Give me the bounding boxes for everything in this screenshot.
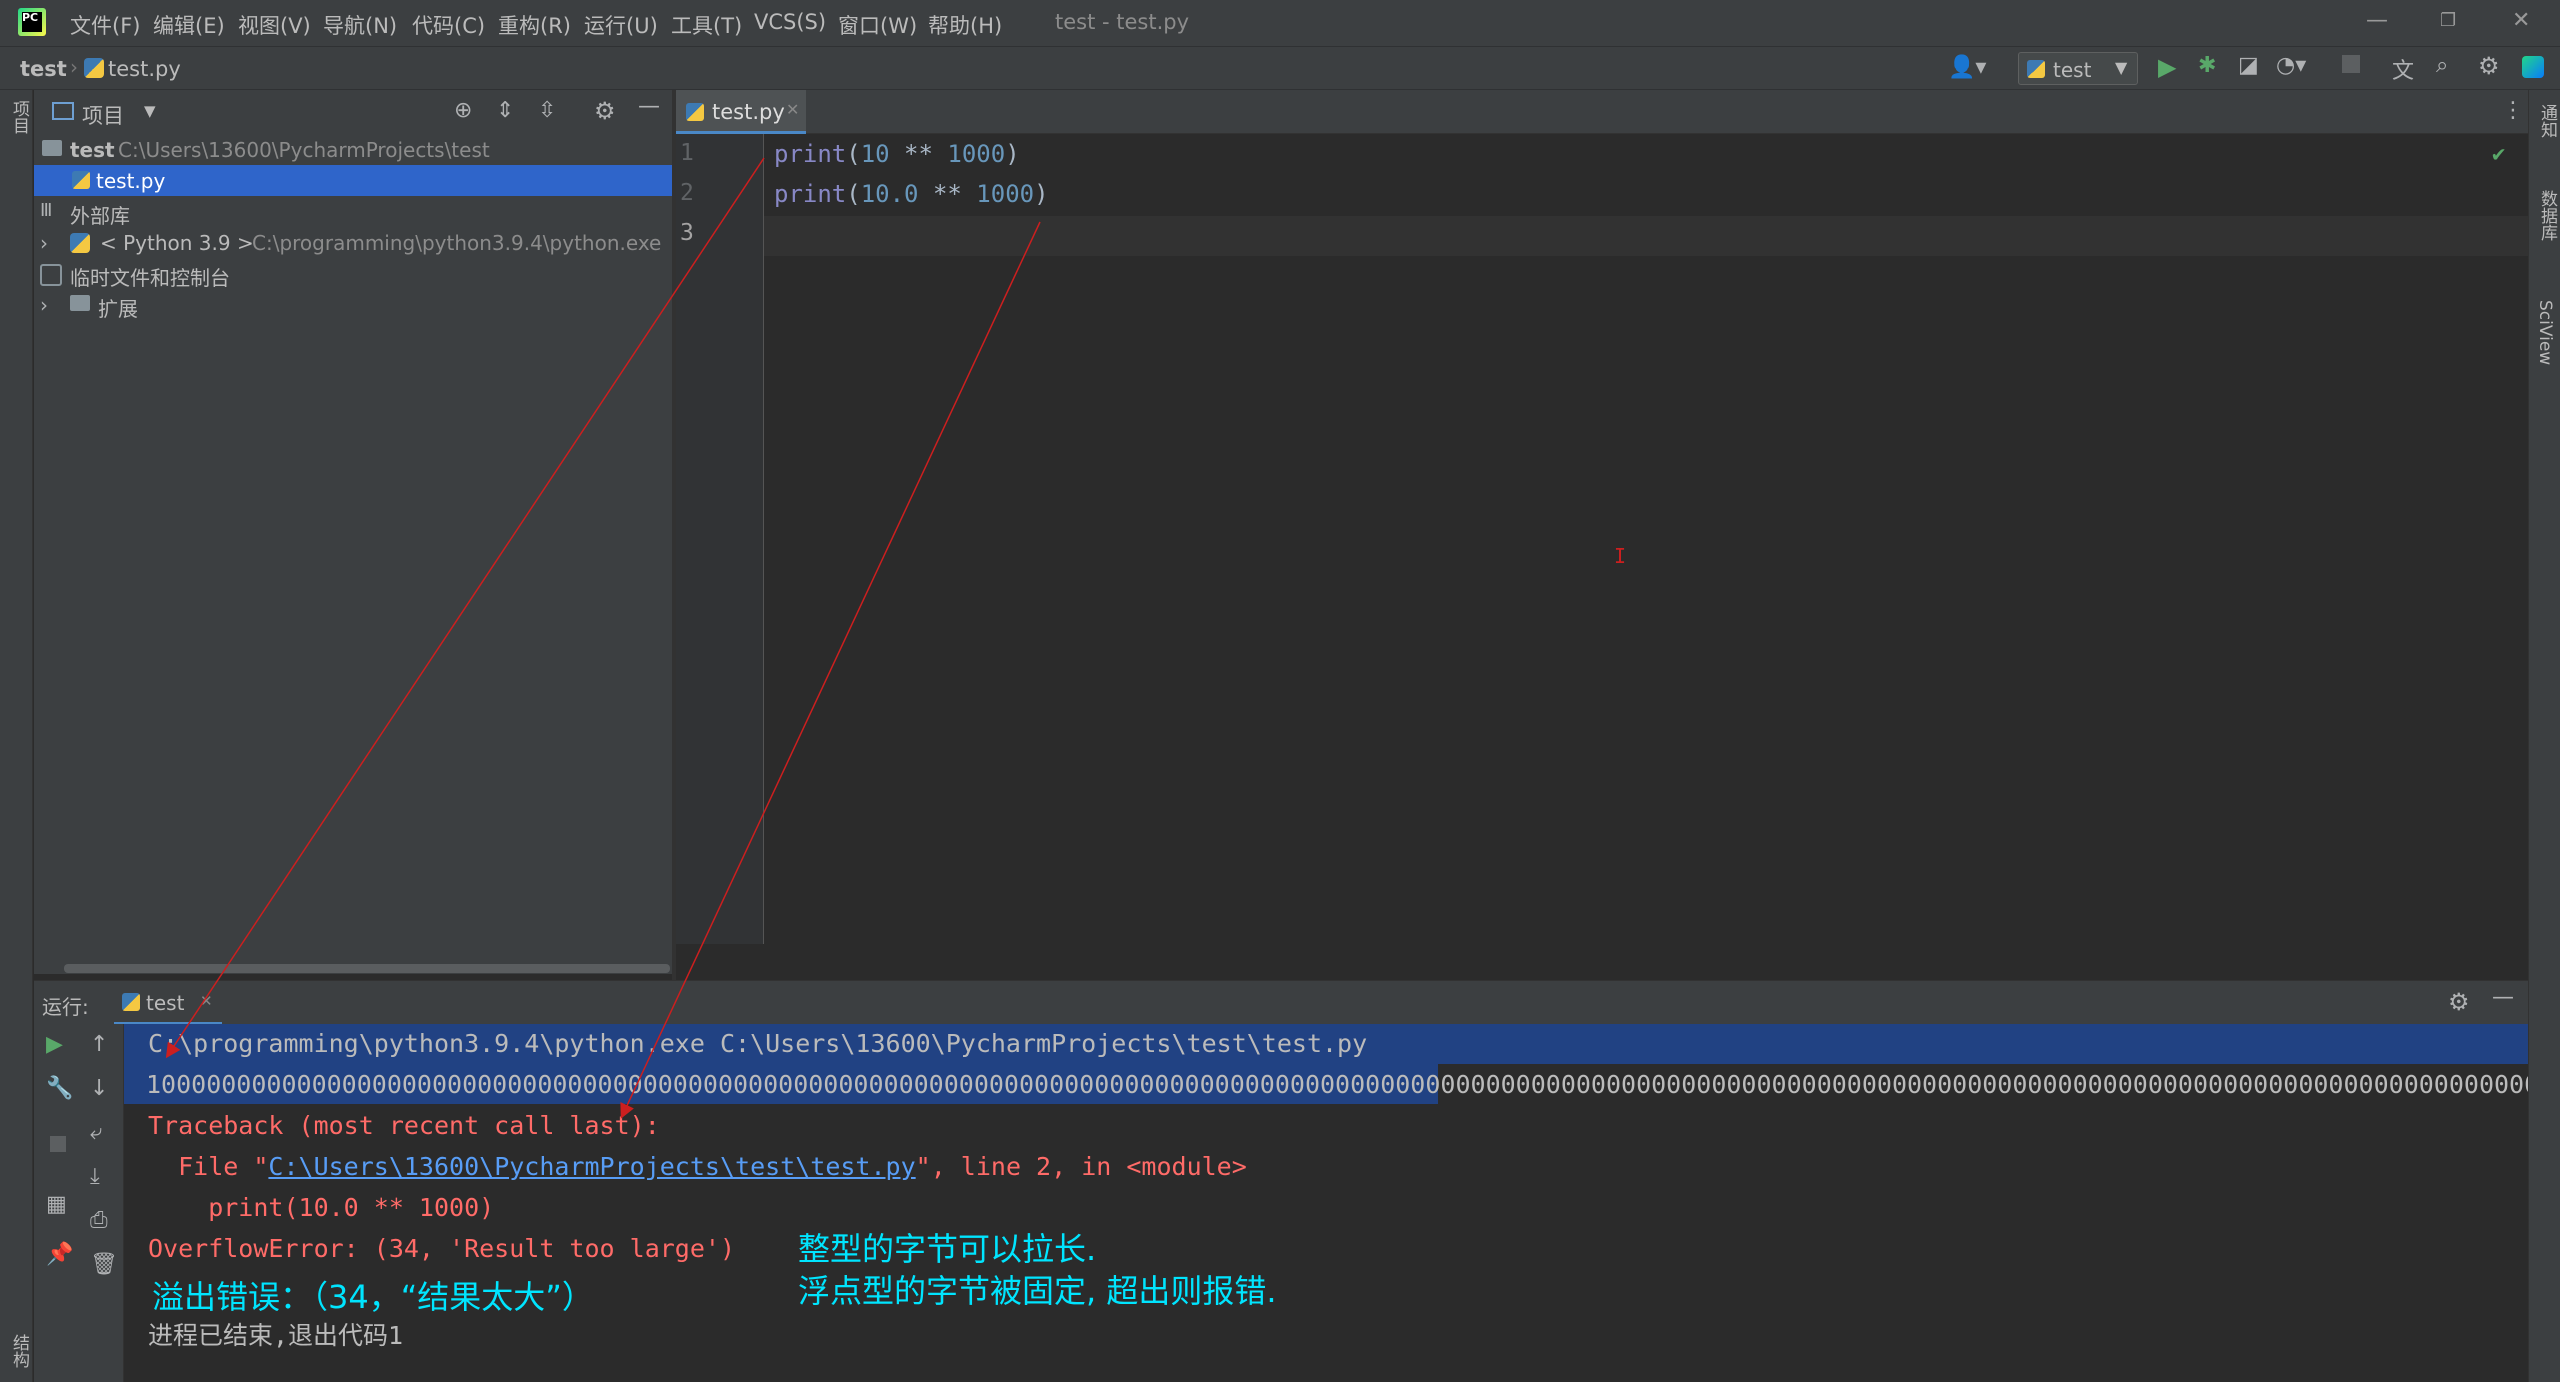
- arrow-line-1: [165, 157, 765, 1059]
- arrow-line-2: [620, 221, 1041, 1119]
- annotation-arrows: [165, 157, 1041, 1119]
